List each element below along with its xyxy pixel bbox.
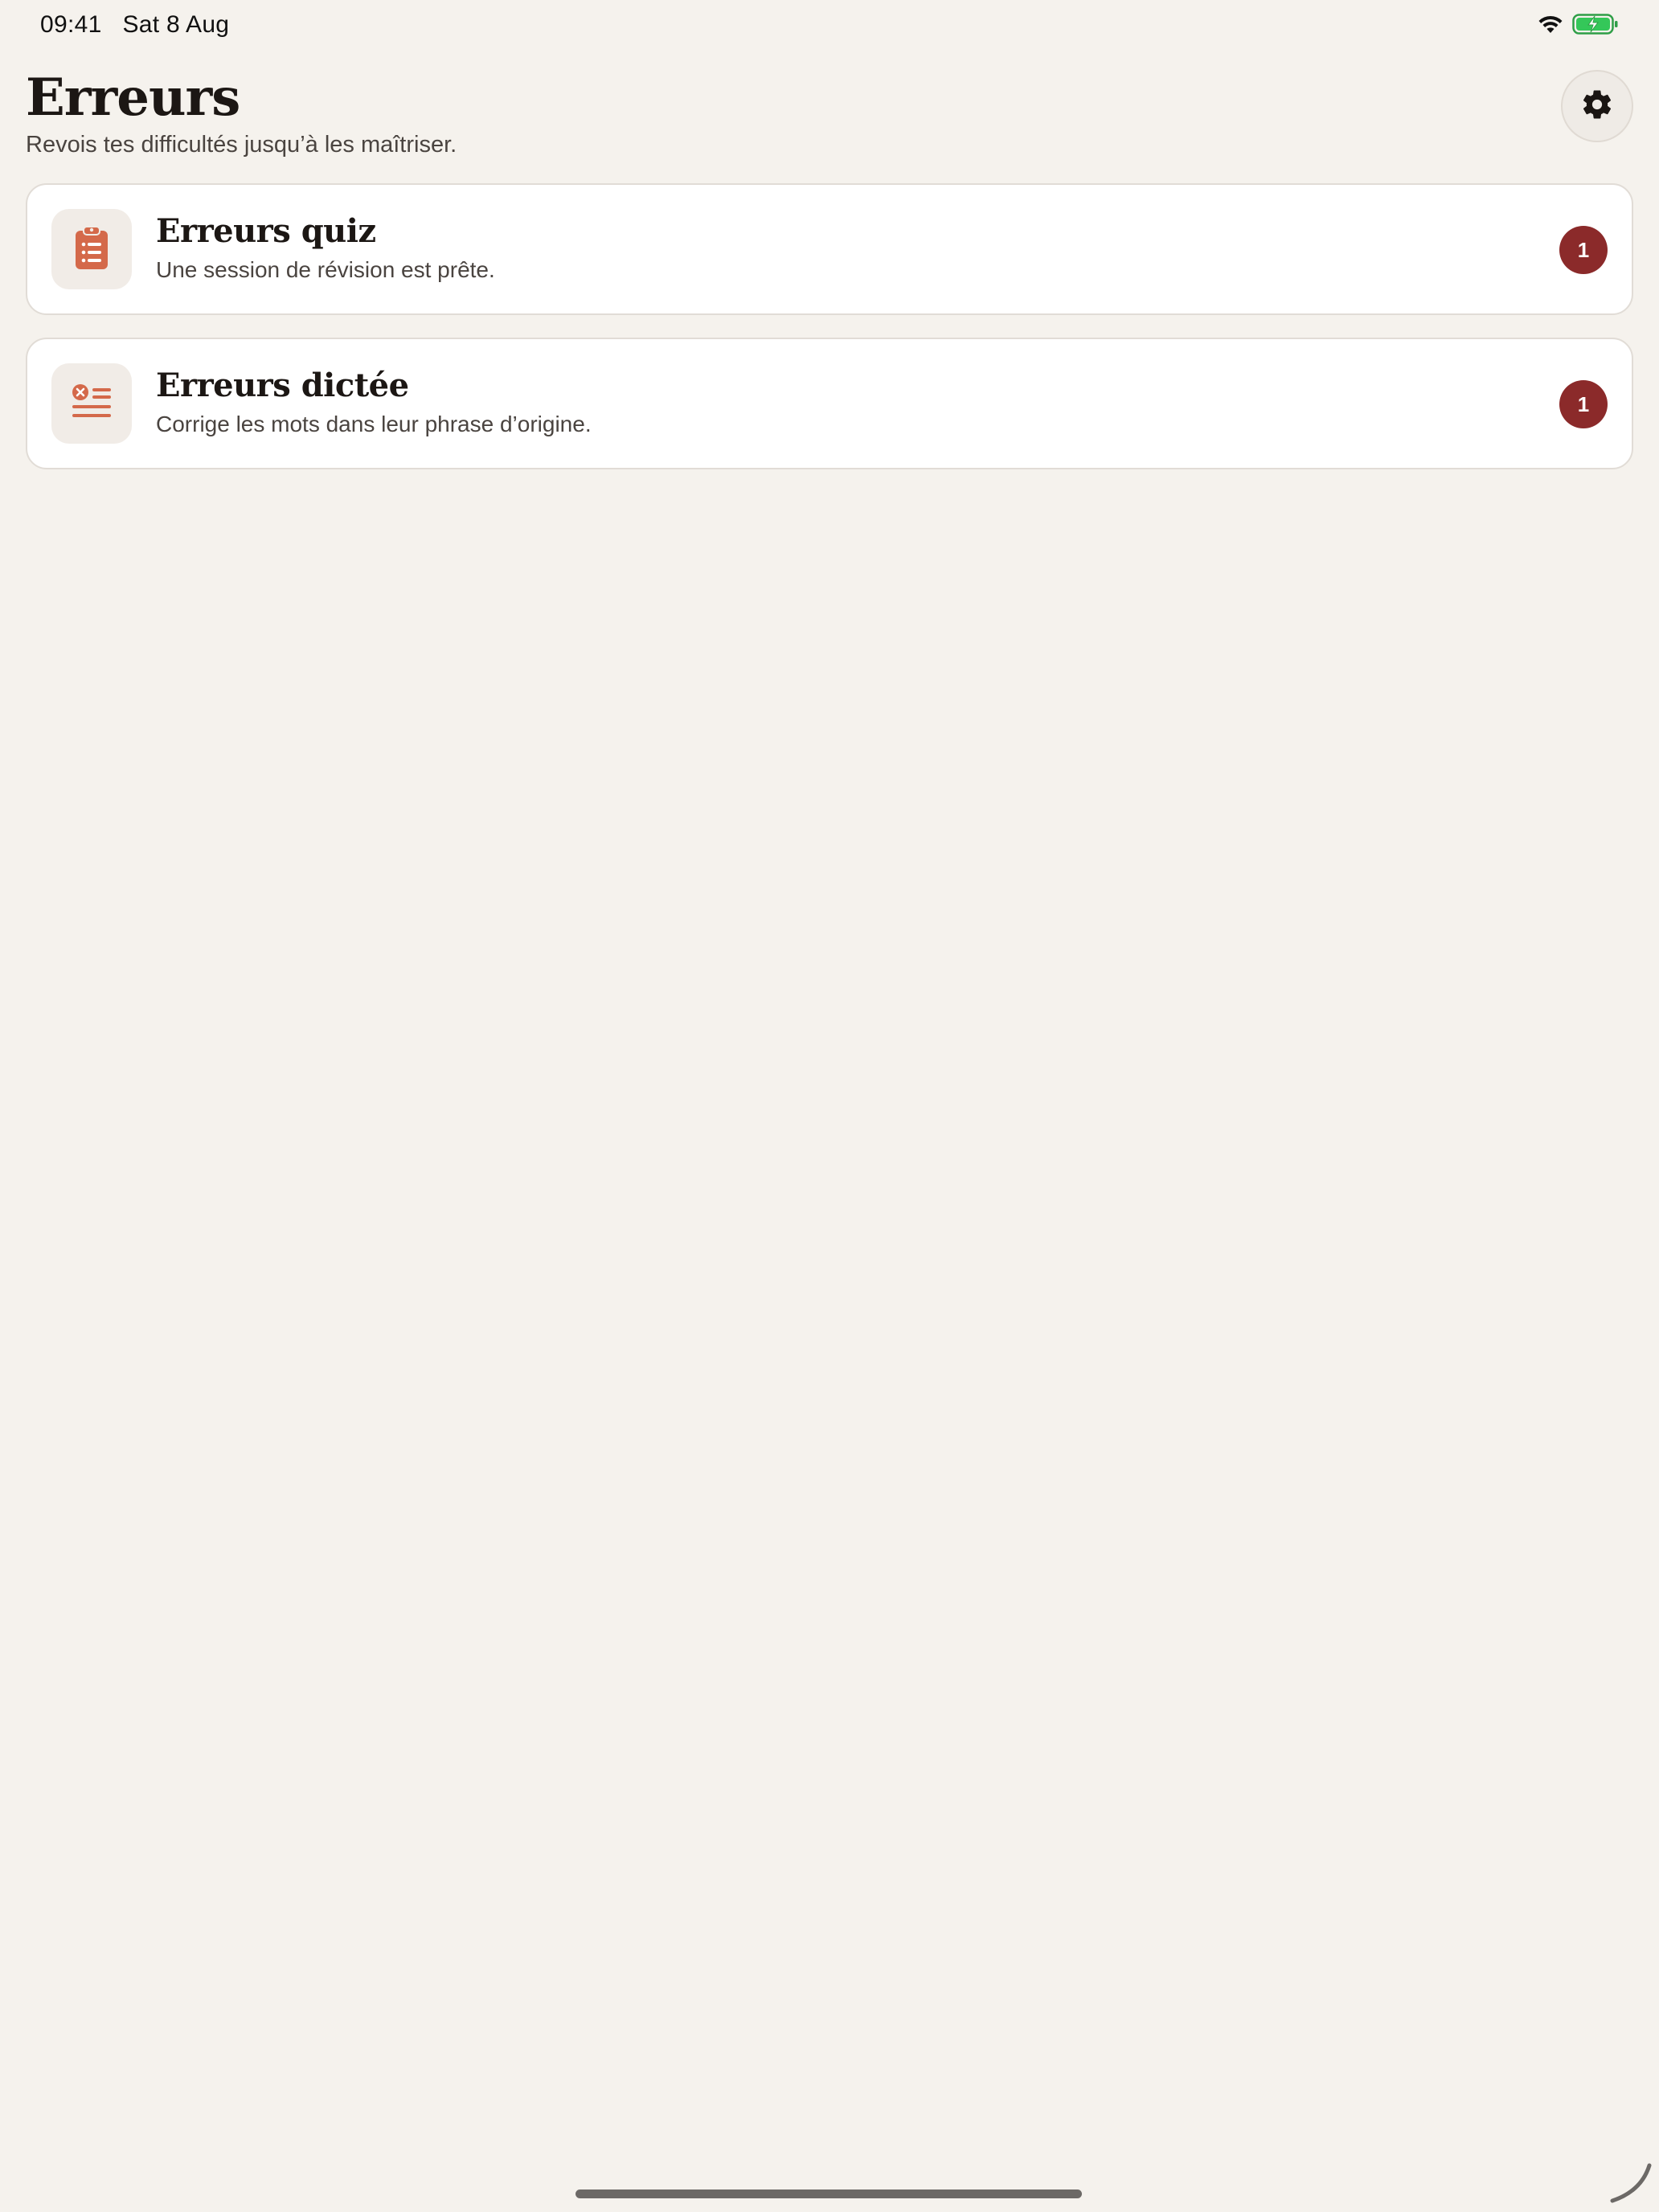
status-icons (1537, 13, 1619, 39)
wifi-icon (1537, 14, 1564, 39)
status-clock: 09:41 (40, 11, 102, 38)
card-icon-box (51, 209, 132, 289)
gear-icon (1580, 88, 1614, 125)
status-date: Sat 8 Aug (122, 11, 230, 38)
count-badge: 1 (1559, 226, 1608, 274)
card-description: Corrige les mots dans leur phrase d’orig… (156, 412, 592, 436)
page-title: Erreurs (26, 68, 240, 128)
settings-button[interactable] (1561, 70, 1633, 142)
card-icon-box (51, 363, 132, 444)
card-description: Une session de révision est prête. (156, 257, 495, 282)
status-time: 09:41 Sat 8 Aug (40, 11, 229, 39)
resize-handle-icon[interactable] (1608, 2159, 1653, 2208)
text-error-icon (71, 383, 113, 425)
count-badge: 1 (1559, 380, 1608, 428)
card-title: Erreurs quiz (156, 212, 376, 250)
dictation-errors-card[interactable]: Erreurs dictée Corrige les mots dans leu… (26, 338, 1633, 469)
quiz-errors-card[interactable]: Erreurs quiz Une session de révision est… (26, 183, 1633, 315)
status-bar: 09:41 Sat 8 Aug (0, 0, 1659, 53)
page-subtitle: Revois tes difficultés jusqu’à les maîtr… (26, 132, 457, 158)
clipboard-list-icon (74, 224, 109, 275)
battery-charging-icon (1572, 13, 1619, 39)
home-indicator[interactable] (576, 2189, 1082, 2198)
card-title: Erreurs dictée (156, 367, 409, 404)
